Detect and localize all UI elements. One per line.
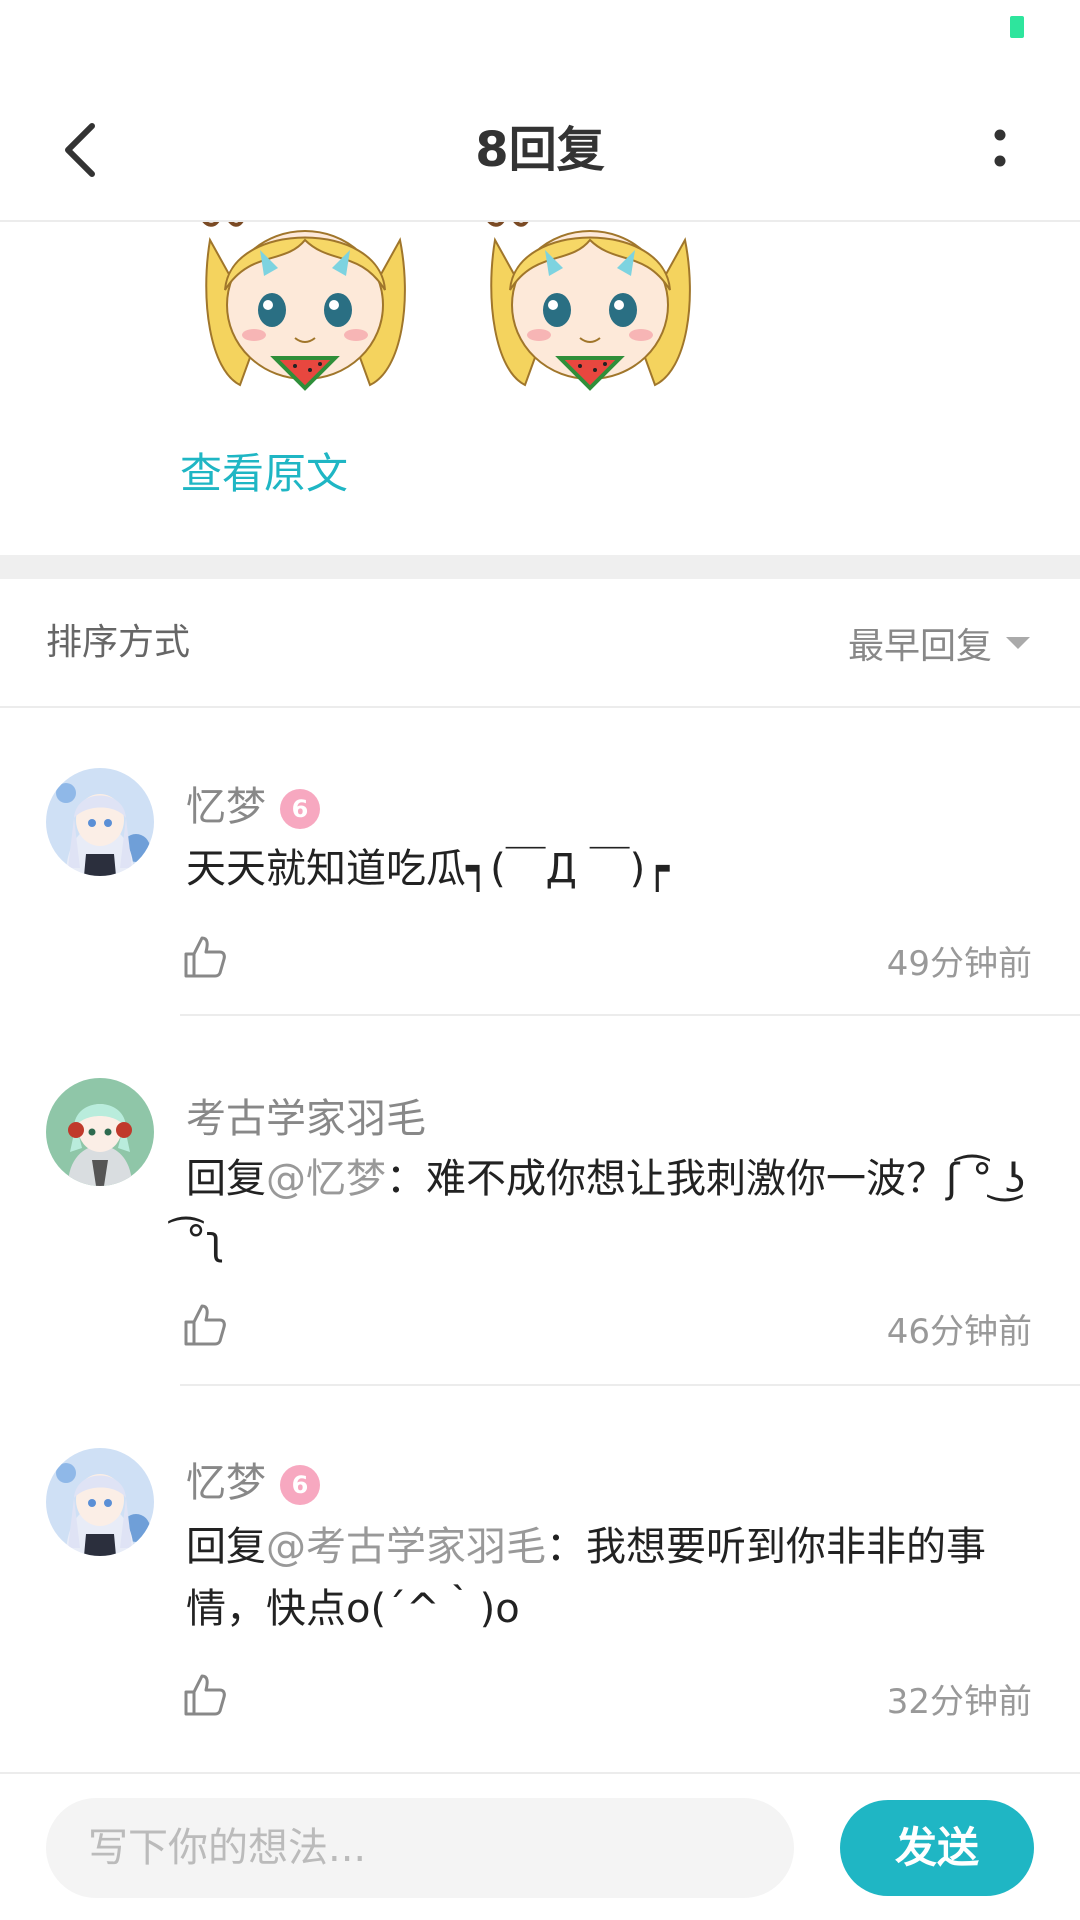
username-text: 忆梦 xyxy=(186,1460,266,1506)
reply-page: 8回复 查看原文 排序方式 最早回复 忆梦 6 天天就知道吃瓜┑(￣Д ￣)┍ … xyxy=(0,0,1080,1920)
avatar[interactable] xyxy=(46,1448,154,1556)
caret-down-icon xyxy=(1006,636,1030,649)
reply-prefix: 回复 xyxy=(186,1524,266,1570)
comment-timestamp: 49分钟前 xyxy=(886,944,1032,984)
comment-body: 天天就知道吃瓜┑(￣Д ￣)┍ xyxy=(186,846,670,892)
more-vertical-icon xyxy=(994,129,1006,167)
battery-indicator-icon xyxy=(1010,16,1024,38)
level-badge: 6 xyxy=(280,1465,320,1505)
back-button[interactable] xyxy=(30,100,130,200)
avatar[interactable] xyxy=(46,1078,154,1186)
sort-value: 最早回复 xyxy=(847,625,992,667)
comment-item: 考古学家羽毛 回复@忆梦：难不成你想让我刺激你一波？ʃ ͡° ͜ʖ ͡°ʅ 46… xyxy=(0,1016,1080,1386)
comment-timestamp: 32分钟前 xyxy=(886,1682,1032,1722)
sort-dropdown[interactable]: 最早回复 xyxy=(848,579,1030,706)
username-text: 考古学家羽毛 xyxy=(186,1096,426,1142)
like-button[interactable] xyxy=(182,1672,228,1718)
comment-input[interactable] xyxy=(46,1798,794,1898)
sort-label: 排序方式 xyxy=(46,622,191,663)
thumbs-up-icon xyxy=(184,1674,226,1716)
view-original-link[interactable]: 查看原文 xyxy=(180,440,348,501)
reply-prefix: 回复 xyxy=(186,1156,266,1202)
status-bar xyxy=(0,0,1080,80)
comment-item: 忆梦 6 天天就知道吃瓜┑(￣Д ￣)┍ 49分钟前 xyxy=(0,708,1080,1016)
comment-timestamp: 46分钟前 xyxy=(886,1312,1032,1352)
top-bar: 8回复 xyxy=(0,80,1080,222)
anime-avatar-image xyxy=(46,1078,154,1186)
comment-item: 忆梦 6 回复@考古学家羽毛：我想要听到你非非的事情，快点o(´^｀)o 32分钟… xyxy=(0,1386,1080,1756)
thumbs-up-icon xyxy=(184,936,226,978)
mention-link[interactable]: @忆梦 xyxy=(266,1156,386,1202)
comment-username[interactable]: 考古学家羽毛 xyxy=(186,1086,426,1144)
chevron-left-icon xyxy=(65,123,95,177)
page-title: 8回复 xyxy=(475,122,605,178)
sort-bar: 排序方式 最早回复 xyxy=(0,579,1080,708)
anime-avatar-image xyxy=(46,1448,154,1556)
original-post-excerpt: 查看原文 xyxy=(0,222,1080,554)
comment-text: 回复@忆梦：难不成你想让我刺激你一波？ʃ ͡° ͜ʖ ͡°ʅ xyxy=(186,1148,1030,1272)
comment-text: 天天就知道吃瓜┑(￣Д ￣)┍ xyxy=(186,838,1030,900)
username-text: 忆梦 xyxy=(186,784,266,830)
comment-username[interactable]: 忆梦 6 xyxy=(186,774,320,832)
more-options-button[interactable] xyxy=(960,100,1040,200)
anime-girl-watermelon-sticker xyxy=(487,222,691,391)
level-badge: 6 xyxy=(280,789,320,829)
like-button[interactable] xyxy=(182,934,228,980)
mention-link[interactable]: @考古学家羽毛 xyxy=(266,1524,546,1570)
anime-girl-watermelon-sticker xyxy=(202,222,406,391)
comment-username[interactable]: 忆梦 6 xyxy=(186,1450,320,1508)
section-divider xyxy=(0,555,1080,579)
comment-input-bar: 发送 xyxy=(0,1772,1080,1920)
avatar[interactable] xyxy=(46,768,154,876)
thumbs-up-icon xyxy=(184,1304,226,1346)
comment-text: 回复@考古学家羽毛：我想要听到你非非的事情，快点o(´^｀)o xyxy=(186,1516,1030,1640)
send-button[interactable]: 发送 xyxy=(840,1800,1034,1896)
anime-avatar-image xyxy=(46,768,154,876)
like-button[interactable] xyxy=(182,1302,228,1348)
